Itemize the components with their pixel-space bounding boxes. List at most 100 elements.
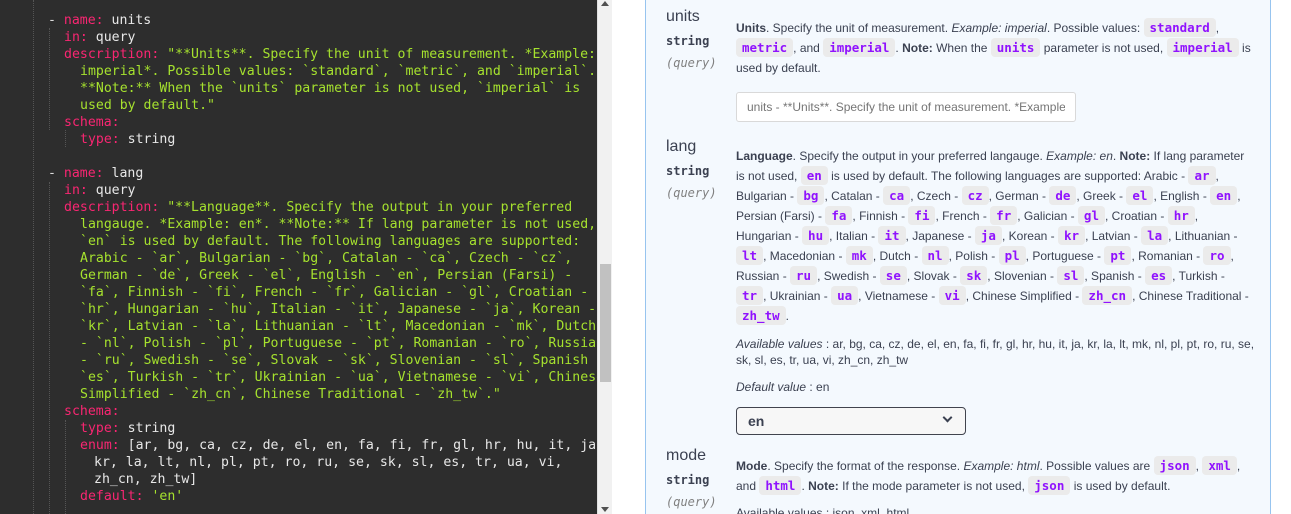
code-token: `kr`, Latvian - `la`, Lithuanian - `lt`,… [80,319,597,334]
description-text: , Latvian - [1085,229,1142,243]
code-token: `hr`, Hungarian - `hu`, Italian - `it`, … [80,302,597,317]
code-chip: html [759,476,802,495]
code-line: schema: [64,403,120,420]
code-chip: el [1126,186,1154,205]
code-chip: tr [736,286,764,305]
description-text: Example: html [963,459,1040,473]
code-chip: lt [736,246,764,265]
description-text: , Slovenian - [987,269,1058,283]
code-chip: imperial [1166,38,1239,57]
description-text: . [785,309,789,323]
code-token: langauge. *Example: en*. **Note:** If la… [80,217,597,232]
default-value: Default value : en [736,379,1256,395]
code-token: imperial*. Possible values: `standard`, … [80,64,597,79]
description-text: If the mode parameter is not used, [838,479,1029,493]
description-text: , Lithuanian - [1168,229,1238,243]
param-type-lang: string [666,164,710,178]
code-chip: ca [883,186,911,205]
lang-select-value: en [748,413,765,429]
code-chip: json [1153,456,1196,475]
description-text: , [1236,459,1241,473]
code-chip: cz [961,186,989,205]
code-token: zh_cn, zh_tw] [94,472,198,487]
chevron-down-icon [942,412,953,423]
description-text: Example: en [1046,149,1113,163]
description-text: parameter is not used, [1040,41,1167,55]
code-line: - name: lang [48,165,143,182]
description-text: Example: imperial [951,21,1047,35]
description-text: , Chinese Simplified - [965,289,1083,303]
param-in-mode: (query) [666,495,717,509]
code-token: "**Units**. Specify the unit of measurem… [159,47,596,62]
page-margin [1271,0,1291,514]
param-description-mode: Mode. Specify the format of the response… [736,456,1256,496]
code-token: name: [63,13,104,28]
description-text: . Specify the unit of measurement. [766,21,952,35]
code-token: [ar, bg, ca, cz, de, el, en, fa, fi, fr,… [119,438,597,453]
description-text: , and [793,41,824,55]
description-text: , Catalan - [824,189,884,203]
code-chip: fi [908,206,936,225]
indent-guide [65,130,66,147]
code-line: - name: units [48,12,151,29]
code-token: query [87,183,136,198]
editor-scrollbar[interactable] [597,0,612,514]
code-chip: ja [974,226,1002,245]
code-token: **Note:** When the `units` parameter is … [80,81,581,96]
code-chip: sl [1057,266,1085,285]
description-text: , Turkish - [1172,269,1225,283]
code-token: units [103,13,152,28]
code-line: schema: [64,114,120,131]
code-token: `es`, Turkish - `tr`, Ukrainian - `ua`, … [80,370,597,385]
description-text: , Slovak - [906,269,961,283]
yaml-editor[interactable]: - name: units in: query description: "**Un… [0,0,597,514]
code-token: "**Language**. Specify the output in you… [159,200,573,215]
code-token: enum: [80,438,120,453]
code-token: 'en' [143,489,184,504]
code-chip: la [1141,226,1169,245]
code-token: schema: [64,404,120,419]
code-chip: ua [831,286,859,305]
description-text: , Romanian - [1131,249,1204,263]
param-description-units: Units. Specify the unit of measurement. … [736,18,1256,78]
code-chip: sk [960,266,988,285]
code-line: Simplified - `zh_cn`, Chinese Traditiona… [80,386,501,403]
code-chip: it [878,226,906,245]
code-chip: zh_cn [1082,286,1133,305]
param-in-lang: (query) [666,186,717,200]
code-chip: de [1049,186,1077,205]
code-token: in: [64,183,88,198]
code-token: `fa`, Finnish - `fi`, French - `fr`, Gal… [80,285,589,300]
description-text: . Possible values are [1039,459,1154,473]
description-text: , French - [935,209,991,223]
code-line: type: string [80,131,175,148]
code-token: type: [80,421,120,436]
description-text: , [1215,21,1220,35]
description-text: Language [736,149,793,163]
units-input[interactable] [736,92,1076,122]
scroll-up-arrow-icon[interactable] [601,1,609,6]
code-line: in: query [64,182,135,199]
scroll-down-arrow-icon[interactable] [601,507,609,512]
description-text: Mode [736,459,768,473]
scroll-thumb[interactable] [600,264,611,382]
code-line: `hr`, Hungarian - `hu`, Italian - `it`, … [80,301,596,318]
code-chip: vi [938,286,966,305]
description-text: . Specify the format of the response. [767,459,964,473]
pane-gap [612,0,645,514]
description-text: . Possible values: [1046,21,1144,35]
code-chip: json [1028,476,1071,495]
lang-select[interactable]: en [736,407,966,435]
description-text: , Finnish - [852,209,909,223]
code-line: used by default." [80,97,215,114]
code-token: schema: [64,115,120,130]
description-text: , Japanese - [905,229,975,243]
code-chip: fa [825,206,853,225]
description-text: , Italian - [829,229,879,243]
code-chip: mk [845,246,873,265]
code-chip: imperial [823,38,896,57]
code-line: `kr`, Latvian - `la`, Lithuanian - `lt`,… [80,318,596,335]
description-text: Note: [808,479,839,493]
code-chip: bg [797,186,825,205]
code-line: kr, la, lt, nl, pl, pt, ro, ru, se, sk, … [94,454,562,471]
